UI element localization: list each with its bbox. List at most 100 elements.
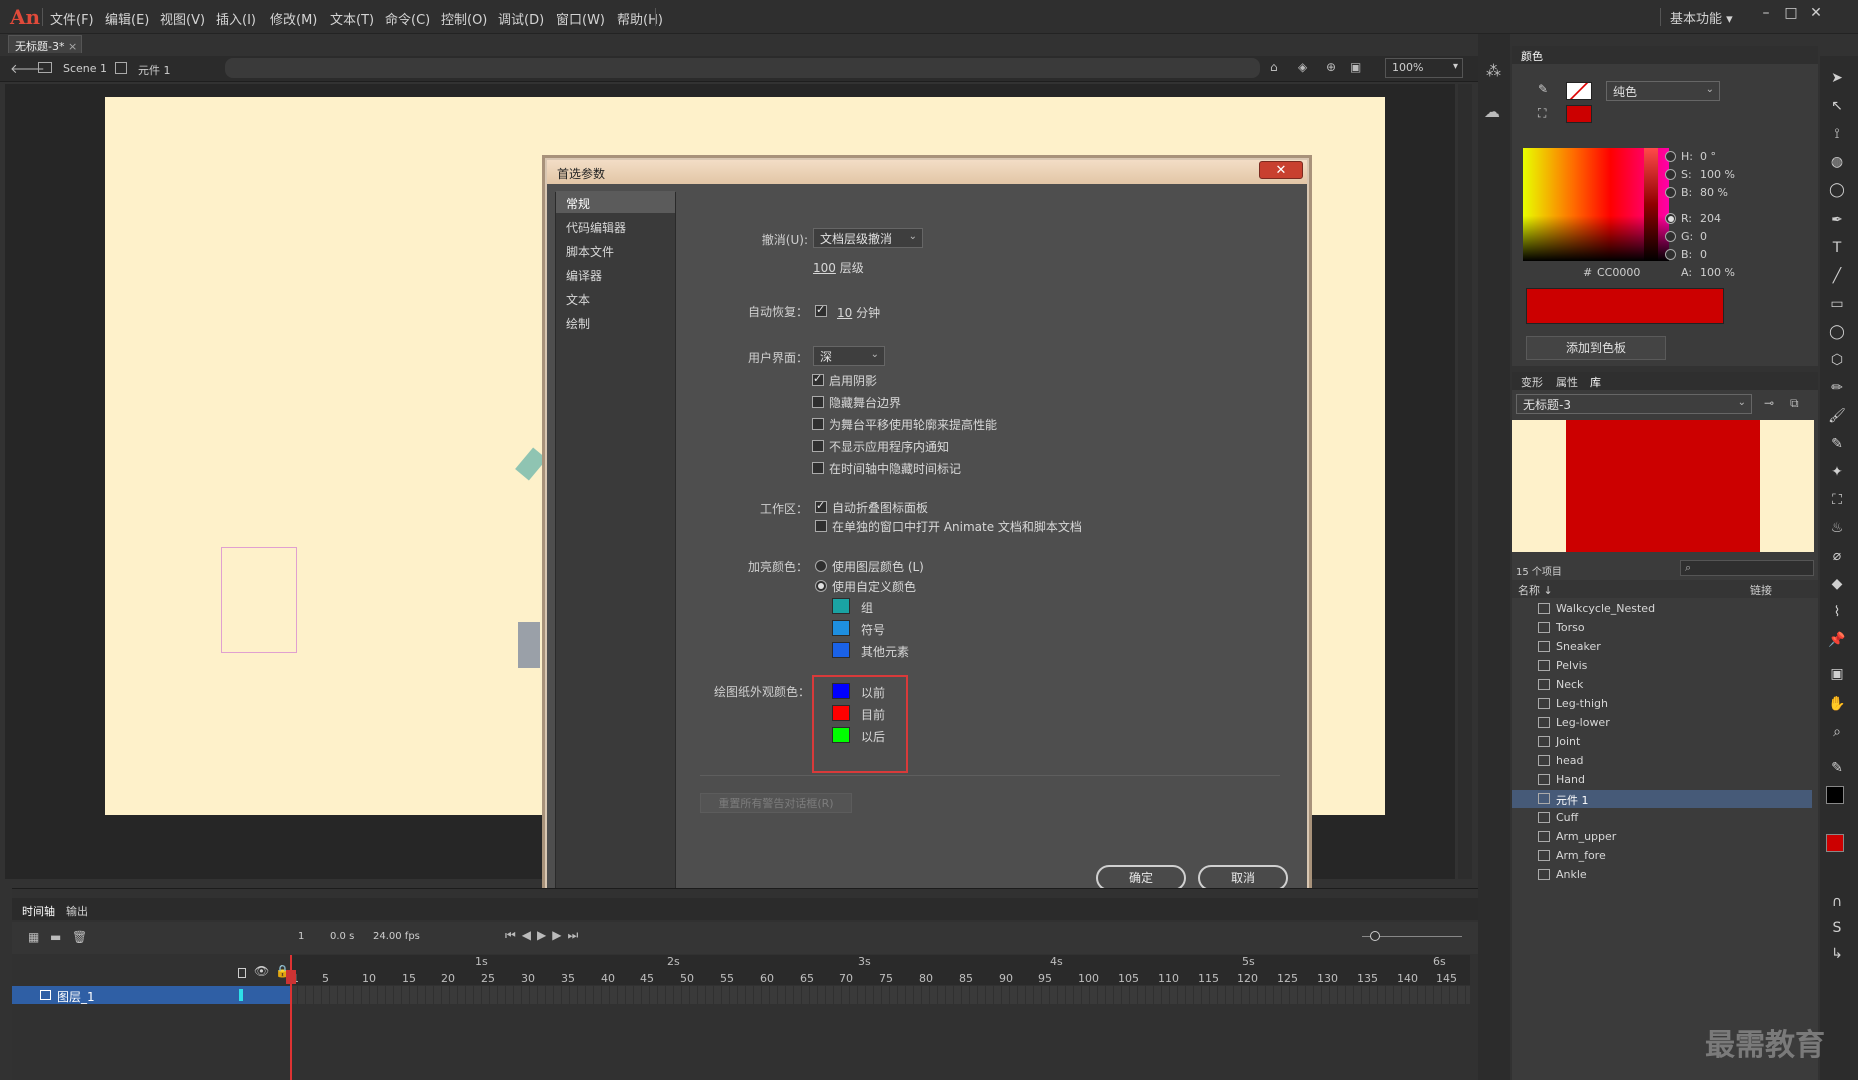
cc-libraries-icon[interactable]: ☁	[1484, 102, 1500, 121]
library-search-input[interactable]: ⌕	[1680, 560, 1814, 576]
ink-bottle-icon[interactable]: ♨	[1826, 520, 1848, 540]
timeline-zoom-handle[interactable]	[1370, 931, 1380, 941]
delete-layer-icon[interactable]: 🗑	[72, 930, 87, 944]
symbol-bounding-box[interactable]	[221, 547, 297, 653]
paint-brush-icon[interactable]: ✎	[1826, 436, 1848, 456]
dialog-titlebar[interactable]: 首选参数 ✕	[547, 160, 1307, 184]
nav-item-1[interactable]: 代码编辑器	[556, 215, 675, 237]
ui-option-checkbox[interactable]	[812, 418, 824, 430]
new-layer-icon[interactable]: ▦	[28, 930, 39, 944]
zoom-tool-icon[interactable]: ⌕	[1826, 724, 1848, 744]
stroke-pencil-icon[interactable]: ✎	[1538, 82, 1548, 96]
highlight-color-swatch[interactable]	[832, 642, 850, 658]
pencil-tool-icon[interactable]: ✏	[1826, 380, 1848, 400]
eyedropper-icon[interactable]: ⌀	[1826, 548, 1848, 568]
stroke-color-swatch[interactable]	[1826, 786, 1844, 804]
camera-icon[interactable]: ▣	[1826, 666, 1848, 686]
onion-skin-color-swatch[interactable]	[832, 727, 850, 743]
library-item[interactable]: Arm_upper	[1512, 828, 1812, 846]
oval-tool-icon[interactable]: ◯	[1826, 324, 1848, 344]
maximize-icon[interactable]: □	[1780, 4, 1802, 22]
add-to-swatches-button[interactable]: 添加到色板	[1526, 336, 1666, 360]
menu-item[interactable]: 插入(I)	[216, 9, 256, 28]
3d-rotation-icon[interactable]: ◍	[1826, 154, 1848, 174]
library-item[interactable]: Sneaker	[1512, 638, 1812, 656]
color-channel-value[interactable]: 0	[1700, 248, 1707, 261]
free-transform-icon[interactable]: ⟟	[1826, 126, 1848, 146]
highlight-color-swatch[interactable]	[832, 598, 850, 614]
current-time[interactable]: 0.0 s	[330, 931, 354, 942]
line-tool-icon[interactable]: ╱	[1826, 268, 1848, 288]
autorecover-value[interactable]: 10	[837, 306, 852, 320]
library-item[interactable]: Neck	[1512, 676, 1812, 694]
straighten-icon[interactable]: ↳	[1826, 946, 1848, 966]
breadcrumb-symbol[interactable]: 元件 1	[138, 62, 171, 78]
color-mode-radio[interactable]	[1665, 151, 1676, 162]
library-item[interactable]: Arm_fore	[1512, 847, 1812, 865]
snap-icon[interactable]: ∩	[1826, 894, 1848, 914]
document-tab[interactable]: 无标题-3* ×	[8, 35, 82, 53]
playback-controls[interactable]: ⏮◀▶▶⏭	[505, 928, 584, 943]
fill-type-select[interactable]: 纯色 ⌄	[1606, 81, 1720, 101]
layer-name[interactable]: 图层_1	[57, 988, 95, 1005]
library-item[interactable]: Pelvis	[1512, 657, 1812, 675]
character-part[interactable]	[518, 622, 540, 668]
highlight-color-swatch[interactable]	[832, 620, 850, 636]
fill-bucket-icon[interactable]: ⛶	[1538, 106, 1546, 121]
current-frame[interactable]: 1	[298, 931, 304, 942]
scene-select-icon[interactable]: ⌂	[1270, 60, 1278, 74]
autorecover-checkbox[interactable]	[815, 303, 827, 317]
smooth-icon[interactable]: S	[1826, 920, 1848, 940]
ui-option-checkbox[interactable]	[812, 396, 824, 408]
playhead-handle[interactable]	[286, 970, 296, 984]
nav-item-4[interactable]: 文本	[556, 287, 675, 309]
library-item[interactable]: head	[1512, 752, 1812, 770]
onion-skin-color-swatch[interactable]	[832, 705, 850, 721]
menu-item[interactable]: 文件(F)	[50, 9, 94, 28]
library-item[interactable]: Torso	[1512, 619, 1812, 637]
dialog-close-button[interactable]: ✕	[1259, 161, 1303, 179]
zoom-select[interactable]: 100% ▾	[1385, 58, 1463, 78]
color-mode-radio[interactable]	[1665, 231, 1676, 242]
library-item[interactable]: 元件 1	[1512, 790, 1812, 808]
breadcrumb-scene[interactable]: Scene 1	[63, 62, 107, 75]
undo-levels-value[interactable]: 100	[813, 261, 836, 275]
tab-transform[interactable]: 变形	[1521, 374, 1543, 390]
center-stage-icon[interactable]: ⊕	[1326, 60, 1336, 74]
stage-scrollbar[interactable]	[1458, 84, 1472, 879]
color-channel-value[interactable]: 204	[1700, 212, 1721, 225]
eye-icon[interactable]: 👁	[254, 964, 269, 978]
tab-output[interactable]: 输出	[66, 903, 88, 919]
new-library-icon[interactable]: ⧉	[1790, 396, 1799, 411]
hand-tool-icon[interactable]: ✋	[1826, 696, 1848, 716]
menu-item[interactable]: 窗口(W)	[556, 9, 605, 28]
menu-item[interactable]: 控制(O)	[441, 9, 487, 28]
brush-tool-icon[interactable]: 🖌	[1826, 408, 1848, 428]
layer-row[interactable]	[12, 986, 290, 1004]
use-custom-color-radio[interactable]	[815, 580, 827, 592]
symbol-select-icon[interactable]: ◈	[1298, 60, 1307, 74]
undo-levels[interactable]: 100 层级	[813, 259, 864, 276]
alpha-value[interactable]: 100 %	[1700, 266, 1735, 279]
hex-value[interactable]: CC0000	[1597, 266, 1640, 279]
menu-item[interactable]: 帮助(H)	[617, 9, 663, 28]
column-name[interactable]: 名称 ↓	[1518, 582, 1553, 598]
color-mode-radio[interactable]	[1665, 213, 1676, 224]
clip-icon[interactable]: ▣	[1350, 60, 1361, 74]
library-item[interactable]: Walkcycle_Nested	[1512, 600, 1812, 618]
tab-properties[interactable]: 属性	[1556, 374, 1578, 390]
frame-rate[interactable]: 24.00 fps	[373, 931, 420, 942]
close-tab-icon[interactable]: ×	[68, 40, 77, 53]
column-linkage[interactable]: 链接	[1750, 582, 1772, 598]
workspace-option-checkbox[interactable]	[815, 520, 827, 532]
stroke-color-icon[interactable]: ✎	[1826, 760, 1848, 780]
ui-option-checkbox[interactable]	[812, 462, 824, 474]
edit-bar-scrubber[interactable]	[225, 58, 1260, 78]
layer-frames[interactable]	[290, 986, 1470, 1004]
subselection-tool-icon[interactable]: ↖	[1826, 98, 1848, 118]
workspace-option-checkbox[interactable]	[815, 499, 827, 513]
eraser-icon[interactable]: ◆	[1826, 576, 1848, 596]
ui-theme-select[interactable]: 深 ⌄	[813, 346, 885, 366]
color-channel-value[interactable]: 0 °	[1700, 150, 1716, 163]
tab-library[interactable]: 库	[1590, 374, 1601, 390]
